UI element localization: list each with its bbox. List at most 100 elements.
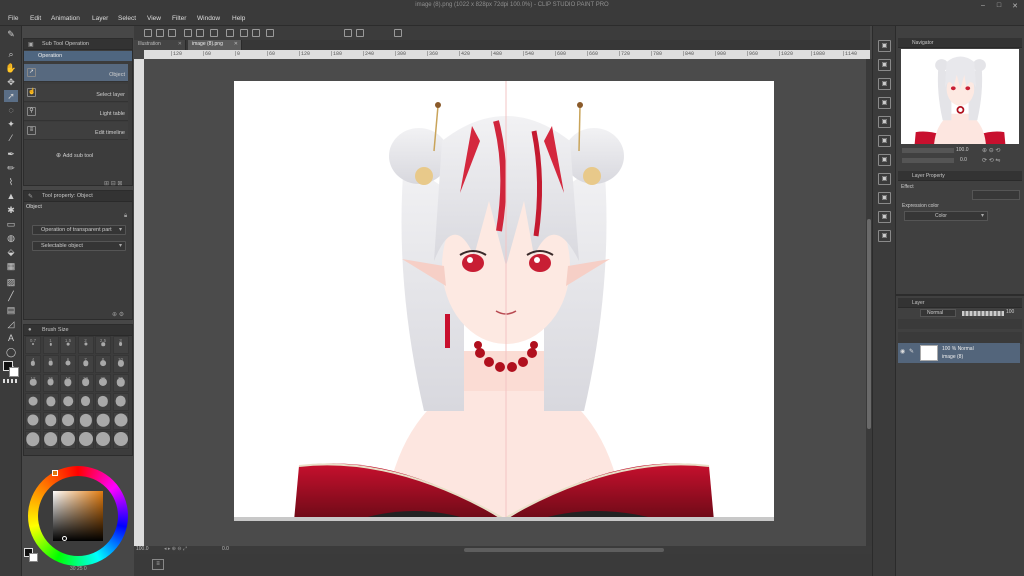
subtool-select-layer[interactable]: ☝ Select layer bbox=[24, 84, 128, 102]
snap-ruler-icon[interactable] bbox=[344, 29, 352, 37]
selectable-object-dropdown[interactable]: Selectable object ▾ bbox=[32, 241, 126, 251]
brush-size-cell[interactable] bbox=[77, 412, 94, 430]
color-picker-handle[interactable] bbox=[62, 536, 67, 541]
undo-icon[interactable] bbox=[184, 29, 192, 37]
brush-size-cell[interactable]: 30 bbox=[112, 374, 129, 392]
redo-icon[interactable] bbox=[196, 29, 204, 37]
brush-size-cell[interactable]: 10 bbox=[112, 355, 129, 373]
brush-size-cell[interactable]: 12 bbox=[25, 374, 41, 392]
layer-edit-icon[interactable]: ✎ bbox=[909, 348, 914, 355]
subtool-footer-icons[interactable]: ⊞ ⊟ ⊠ bbox=[104, 180, 130, 188]
decoration-icon[interactable]: ✱ bbox=[4, 204, 18, 216]
timeline-icon[interactable]: ▣ bbox=[878, 230, 891, 242]
tab-image[interactable]: image (8).png ✕ bbox=[188, 40, 242, 50]
close-icon[interactable]: ✕ bbox=[1010, 2, 1020, 10]
balloon-icon[interactable]: ◯ bbox=[4, 346, 18, 358]
tab-close-icon[interactable]: ✕ bbox=[178, 41, 182, 47]
history-icon[interactable]: ▣ bbox=[878, 116, 891, 128]
layer-tab[interactable]: Layer bbox=[898, 298, 1022, 308]
horizontal-scroll-thumb[interactable] bbox=[464, 548, 664, 552]
transform-icon[interactable] bbox=[226, 29, 234, 37]
brush-size-cell[interactable]: 15 bbox=[42, 374, 59, 392]
brush-size-cell[interactable] bbox=[42, 431, 59, 449]
material-icon[interactable]: ▣ bbox=[878, 59, 891, 71]
hand-tool-icon[interactable]: ✋ bbox=[4, 62, 18, 74]
tab-close-icon[interactable]: ✕ bbox=[234, 41, 238, 47]
text-tool-icon[interactable]: A bbox=[4, 332, 18, 344]
angle-value[interactable]: 0.0 bbox=[222, 546, 229, 552]
transparent-color-swatch[interactable] bbox=[3, 379, 19, 383]
navigator-zoom-controls[interactable]: ⊕ ⊖ ⟲ bbox=[982, 147, 1000, 154]
brush-size-cell[interactable]: 8 bbox=[95, 355, 111, 373]
layer-toolbar[interactable] bbox=[898, 319, 1022, 329]
navigator-tab[interactable]: Navigator bbox=[898, 38, 1022, 48]
canvas-settings-icon[interactable]: ▣ bbox=[878, 40, 891, 52]
gradient-icon[interactable]: ▦ bbox=[4, 260, 18, 272]
brush-size-cell[interactable]: 6 bbox=[60, 355, 76, 373]
auto-action-icon[interactable]: ▣ bbox=[878, 154, 891, 166]
sub-color-swatch[interactable] bbox=[9, 367, 19, 377]
effect-buttons[interactable] bbox=[972, 190, 1020, 200]
menu-filter[interactable]: Filter bbox=[172, 15, 186, 22]
transform-icon[interactable]: ▣ bbox=[878, 78, 891, 90]
move-tool-icon[interactable]: ✥ bbox=[4, 76, 18, 88]
brush-size-cell[interactable] bbox=[112, 431, 129, 449]
brush-size-cell[interactable]: 1 bbox=[42, 336, 59, 354]
hue-handle[interactable] bbox=[52, 470, 58, 476]
rotate-slider[interactable] bbox=[902, 158, 954, 163]
brush-size-cell[interactable] bbox=[25, 393, 41, 411]
eraser-icon[interactable]: ▭ bbox=[4, 218, 18, 230]
fill-icon[interactable]: ⬙ bbox=[4, 246, 18, 258]
brush-size-cell[interactable] bbox=[95, 412, 111, 430]
menu-animation[interactable]: Animation bbox=[51, 15, 80, 22]
tool-property-footer-icons[interactable]: ⊕ ⚙ bbox=[112, 311, 124, 318]
menu-file[interactable]: File bbox=[8, 15, 18, 22]
brush-size-cell[interactable]: 1.5 bbox=[60, 336, 76, 354]
help-icon[interactable] bbox=[394, 29, 402, 37]
saturation-value-square[interactable] bbox=[53, 491, 103, 541]
brush-tool-icon[interactable]: ✎ bbox=[4, 28, 18, 40]
zoom-value[interactable]: 100.0 bbox=[136, 546, 149, 552]
navigator-rotate-controls[interactable]: ⟳ ⟲ ⇋ bbox=[982, 157, 1000, 164]
subtool-edit-timeline[interactable]: ≡ Edit timeline bbox=[24, 122, 128, 140]
menu-window[interactable]: Window bbox=[197, 15, 220, 22]
add-sub-tool-button[interactable]: ⊕ Add sub tool bbox=[56, 152, 93, 159]
operation-tool-icon[interactable]: ➚ bbox=[4, 90, 18, 102]
subtool-light-table[interactable]: ⚲ Light table bbox=[24, 103, 128, 121]
minimize-icon[interactable]: – bbox=[978, 2, 988, 10]
brush-size-cell[interactable] bbox=[60, 431, 76, 449]
airbrush-icon[interactable]: ▲ bbox=[4, 190, 18, 202]
brush-icon[interactable]: ⌇ bbox=[4, 176, 18, 188]
blend-icon[interactable]: ◍ bbox=[4, 232, 18, 244]
pen-tool-icon[interactable]: ✒ bbox=[4, 148, 18, 160]
brush-size-tab[interactable]: ● Brush Size bbox=[24, 325, 132, 336]
tool-property-tab[interactable]: ✎ Tool property: Object bbox=[24, 191, 132, 202]
palette-icon[interactable]: ▣ bbox=[878, 173, 891, 185]
menu-view[interactable]: View bbox=[147, 15, 161, 22]
ruler-icon[interactable]: ◿ bbox=[4, 318, 18, 330]
sub-tool-tab[interactable]: ▣ Sub Tool Operation bbox=[24, 39, 132, 50]
brush-size-cell[interactable] bbox=[112, 393, 129, 411]
menu-help[interactable]: Help bbox=[232, 15, 245, 22]
scroll-thumb[interactable] bbox=[867, 219, 871, 429]
brush-size-cell[interactable]: 4 bbox=[25, 355, 41, 373]
zoom-controls[interactable]: ◂ ▸ ⊕ ⊖ ⤢ bbox=[164, 546, 187, 552]
brush-size-cell[interactable]: 25 bbox=[95, 374, 111, 392]
visibility-eye-icon[interactable]: ◉ bbox=[900, 348, 905, 355]
brush-size-cell[interactable]: 20 bbox=[77, 374, 94, 392]
pencil-tool-icon[interactable]: ✏ bbox=[4, 162, 18, 174]
snap-grid-icon[interactable] bbox=[356, 29, 364, 37]
canvas-artwork[interactable] bbox=[234, 81, 774, 521]
navigator-rotation[interactable]: 0.0 bbox=[960, 157, 967, 163]
brush-size-cell[interactable] bbox=[25, 431, 41, 449]
subtool-object[interactable]: ➚ Object bbox=[24, 64, 128, 82]
transparent-part-dropdown[interactable]: Operation of transparent part ▾ bbox=[32, 225, 126, 235]
magic-wand-icon[interactable]: ✦ bbox=[4, 118, 18, 130]
lasso-tool-icon[interactable]: ◌ bbox=[4, 104, 18, 116]
brush-size-cell[interactable] bbox=[112, 412, 129, 430]
brush-size-cell[interactable] bbox=[95, 431, 111, 449]
clear-icon[interactable] bbox=[210, 29, 218, 37]
operation-tab[interactable]: Operation bbox=[24, 51, 132, 61]
crop-icon[interactable] bbox=[266, 29, 274, 37]
sub-view-icon[interactable]: ▣ bbox=[878, 192, 891, 204]
